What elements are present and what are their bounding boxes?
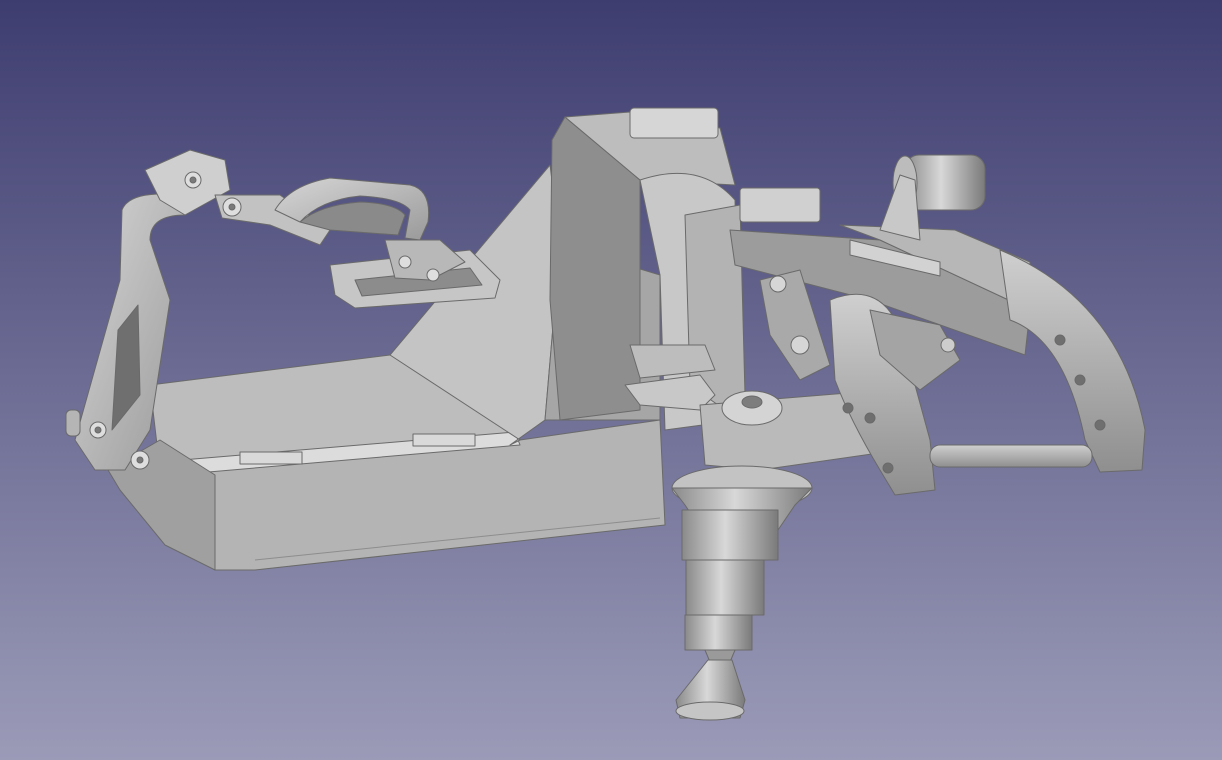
curved-bracket-hole-1 <box>842 402 854 414</box>
spindle-upper <box>681 509 779 561</box>
frame-pivot-3-hole <box>136 456 144 464</box>
center-link-pivot <box>790 335 810 355</box>
frame-left-pin <box>65 409 81 437</box>
clamp-pivot-a-hole <box>228 203 236 211</box>
clamp-pivot-c <box>426 268 440 282</box>
spindle-cone-base <box>675 701 745 721</box>
round-boss-hole <box>741 395 763 409</box>
far-right-hole-1 <box>1054 334 1066 346</box>
3d-viewport[interactable] <box>0 0 1222 760</box>
tray-tab-2 <box>412 433 476 447</box>
spindle-mid <box>685 559 765 616</box>
clamp-pivot-b <box>398 255 412 269</box>
spindle-lower <box>684 614 753 651</box>
center-link-pivot-top <box>769 275 787 293</box>
far-right-hole-2 <box>1074 374 1086 386</box>
frame-pivot-1-hole <box>189 176 197 184</box>
horizontal-rod <box>929 444 1093 468</box>
frame-pivot-2-hole <box>94 426 102 434</box>
top-block-right <box>739 187 821 223</box>
scene-svg[interactable] <box>0 0 1222 760</box>
housing-top-block <box>629 107 719 139</box>
curved-bracket-hole-3 <box>882 462 894 474</box>
far-right-hole-3 <box>1094 419 1106 431</box>
curved-bracket-hole-2 <box>864 412 876 424</box>
mid-linkage-pivot <box>940 337 956 353</box>
tray-tab-1 <box>239 451 303 465</box>
